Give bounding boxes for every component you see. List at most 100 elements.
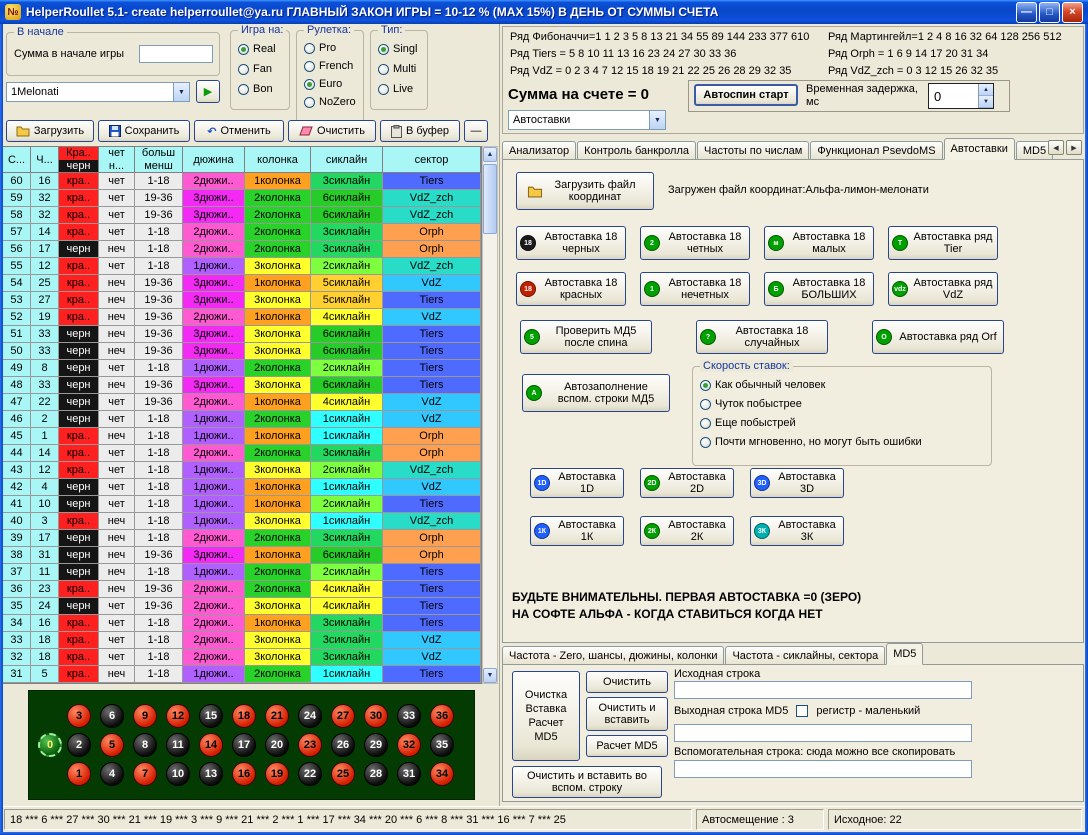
- autobet-button[interactable]: 1КАвтоставка 1К: [530, 516, 624, 546]
- col-header-sector[interactable]: сектор: [383, 147, 481, 172]
- board-number-35[interactable]: 35: [430, 733, 454, 757]
- table-row[interactable]: 3524чернчет19-362дюжи..3колонка4сиклайнT…: [3, 598, 481, 615]
- clear-button[interactable]: Очистить: [288, 120, 376, 142]
- autobet-button[interactable]: 3DАвтоставка 3D: [750, 468, 844, 498]
- tab-bankroll-control[interactable]: Контроль банкролла: [577, 141, 696, 160]
- tab-freq-sixlines-sectors[interactable]: Частота - сиклайны, сектора: [725, 646, 885, 665]
- board-number-18[interactable]: 18: [232, 704, 256, 728]
- scroll-thumb[interactable]: [483, 164, 497, 234]
- board-number-0[interactable]: 0: [38, 733, 62, 757]
- board-number-30[interactable]: 30: [364, 704, 388, 728]
- table-row[interactable]: 3218кра..чет1-182дюжи..3колонка3сиклайнV…: [3, 649, 481, 666]
- scroll-up-button[interactable]: ▲: [483, 147, 497, 162]
- tab-scroll-right-button[interactable]: ▶: [1066, 140, 1082, 155]
- autospin-start-button[interactable]: Автоспин старт: [694, 84, 798, 106]
- autobet-button[interactable]: 2Автоставка 18 четных: [640, 226, 750, 260]
- table-row[interactable]: 4414кра..чет1-182дюжи..2колонка3сиклайнO…: [3, 445, 481, 462]
- board-number-12[interactable]: 12: [166, 704, 190, 728]
- radio-nozero[interactable]: NoZero: [304, 96, 356, 108]
- radio-singl[interactable]: Singl: [378, 43, 417, 55]
- board-number-9[interactable]: 9: [133, 704, 157, 728]
- board-number-29[interactable]: 29: [364, 733, 388, 757]
- board-number-33[interactable]: 33: [397, 704, 421, 728]
- tab-number-frequencies[interactable]: Частоты по числам: [697, 141, 809, 160]
- col-header-number[interactable]: Ч...: [31, 147, 59, 172]
- md5-clear-paste-aux-button[interactable]: Очистить и вставить во вспом. строку: [512, 766, 662, 798]
- board-number-28[interactable]: 28: [364, 762, 388, 786]
- delay-spinner[interactable]: 0 ▲ ▼: [928, 83, 994, 109]
- to-buffer-button[interactable]: В буфер: [380, 120, 460, 142]
- col-header-highlow[interactable]: больш менш: [135, 147, 183, 172]
- col-header-sixline[interactable]: сиклайн: [311, 147, 383, 172]
- board-number-20[interactable]: 20: [265, 733, 289, 757]
- board-number-1[interactable]: 1: [67, 762, 91, 786]
- autobet-button[interactable]: 18Автоставка 18 черных: [516, 226, 626, 260]
- table-row[interactable]: 3416кра..чет1-182дюжи..1колонка3сиклайнT…: [3, 615, 481, 632]
- table-row[interactable]: 5512кра..чет1-181дюжи..3колонка2сиклайнV…: [3, 258, 481, 275]
- table-row[interactable]: 3318кра..чет1-182дюжи..3колонка3сиклайнV…: [3, 632, 481, 649]
- collapse-button[interactable]: —: [464, 120, 488, 142]
- table-row[interactable]: 3917черннеч1-182дюжи..2колонка3сиклайнOr…: [3, 530, 481, 547]
- board-number-13[interactable]: 13: [199, 762, 223, 786]
- col-header-color[interactable]: Кра.. черн: [59, 147, 99, 172]
- table-row[interactable]: 4722чернчет19-362дюжи..1колонка4сиклайнV…: [3, 394, 481, 411]
- table-row[interactable]: 6016кра..чет1-182дюжи..1колонка3сиклайнT…: [3, 173, 481, 190]
- autobet-button[interactable]: 1DАвтоставка 1D: [530, 468, 624, 498]
- table-row[interactable]: 5425кра..неч19-363дюжи..1колонка5сиклайн…: [3, 275, 481, 292]
- col-header-column[interactable]: колонка: [245, 147, 311, 172]
- col-header-parity[interactable]: чет н...: [99, 147, 135, 172]
- radio-euro[interactable]: Euro: [304, 78, 342, 90]
- spinner-up-button[interactable]: ▲: [979, 84, 993, 96]
- autobet-button[interactable]: 3КАвтоставка 3К: [750, 516, 844, 546]
- delay-value[interactable]: 0: [929, 84, 978, 108]
- col-header-dozen[interactable]: дюжина: [183, 147, 245, 172]
- board-number-19[interactable]: 19: [265, 762, 289, 786]
- spinner-down-button[interactable]: ▼: [979, 96, 993, 108]
- tab-analyzer[interactable]: Анализатор: [502, 141, 576, 160]
- board-number-23[interactable]: 23: [298, 733, 322, 757]
- tab-md5-bottom[interactable]: MD5: [886, 643, 923, 665]
- board-number-27[interactable]: 27: [331, 704, 355, 728]
- autobet-button[interactable]: 1Автоставка 18 нечетных: [640, 272, 750, 306]
- table-row[interactable]: 5219кра..неч19-362дюжи..1колонка4сиклайн…: [3, 309, 481, 326]
- autobet-button[interactable]: ?Автоставка 18 случайных: [696, 320, 828, 354]
- tab-scroll-left-button[interactable]: ◀: [1048, 140, 1064, 155]
- md5-source-input[interactable]: [674, 681, 972, 699]
- chevron-down-icon[interactable]: ▼: [649, 111, 665, 129]
- load-coords-button[interactable]: Загрузить файл координат: [516, 172, 654, 210]
- board-number-15[interactable]: 15: [199, 704, 223, 728]
- md5-output-input[interactable]: [674, 724, 972, 742]
- board-number-6[interactable]: 6: [100, 704, 124, 728]
- radio-speed-faster[interactable]: Чуток побыстрее: [700, 398, 802, 410]
- profile-combo[interactable]: 1Melonati ▼: [6, 82, 190, 102]
- board-number-36[interactable]: 36: [430, 704, 454, 728]
- radio-real[interactable]: Real: [238, 43, 276, 55]
- table-row[interactable]: 3711черннеч1-181дюжи..2колонка2сиклайнTi…: [3, 564, 481, 581]
- autobet-button[interactable]: мАвтоставка 18 малых: [764, 226, 874, 260]
- board-number-2[interactable]: 2: [67, 733, 91, 757]
- md5-big-button[interactable]: Очистка Вставка Расчет MD5: [512, 671, 580, 761]
- table-row[interactable]: 462чернчет1-181дюжи..2колонка1сиклайнVdZ: [3, 411, 481, 428]
- tab-autobets[interactable]: Автоставки: [944, 138, 1015, 160]
- board-number-25[interactable]: 25: [331, 762, 355, 786]
- table-row[interactable]: 451кра..неч1-181дюжи..1колонка1сиклайнOr…: [3, 428, 481, 445]
- board-number-4[interactable]: 4: [100, 762, 124, 786]
- board-number-26[interactable]: 26: [331, 733, 355, 757]
- autobet-button[interactable]: vdzАвтоставка ряд VdZ: [888, 272, 998, 306]
- play-button[interactable]: ▶: [196, 80, 220, 103]
- md5-clear-button[interactable]: Очистить: [586, 671, 668, 693]
- autobet-button[interactable]: 5Проверить МД5 после спина: [520, 320, 652, 354]
- chevron-down-icon[interactable]: ▼: [173, 83, 189, 101]
- table-row[interactable]: 5327кра..неч19-363дюжи..3колонка5сиклайн…: [3, 292, 481, 309]
- undo-button[interactable]: ↶ Отменить: [194, 120, 284, 142]
- register-checkbox[interactable]: [796, 705, 808, 717]
- table-row[interactable]: 3623кра..неч19-362дюжи..2колонка4сиклайн…: [3, 581, 481, 598]
- board-number-14[interactable]: 14: [199, 733, 223, 757]
- save-button[interactable]: Сохранить: [98, 120, 190, 142]
- autobet-button[interactable]: БАвтоставка 18 БОЛЬШИХ: [764, 272, 874, 306]
- board-number-17[interactable]: 17: [232, 733, 256, 757]
- minimize-button[interactable]: —: [1016, 2, 1037, 23]
- table-row[interactable]: 5832кра..чет19-363дюжи..2колонка6сиклайн…: [3, 207, 481, 224]
- radio-speed-even-faster[interactable]: Еще побыстрей: [700, 417, 796, 429]
- mode-combo[interactable]: Автоставки ▼: [508, 110, 666, 130]
